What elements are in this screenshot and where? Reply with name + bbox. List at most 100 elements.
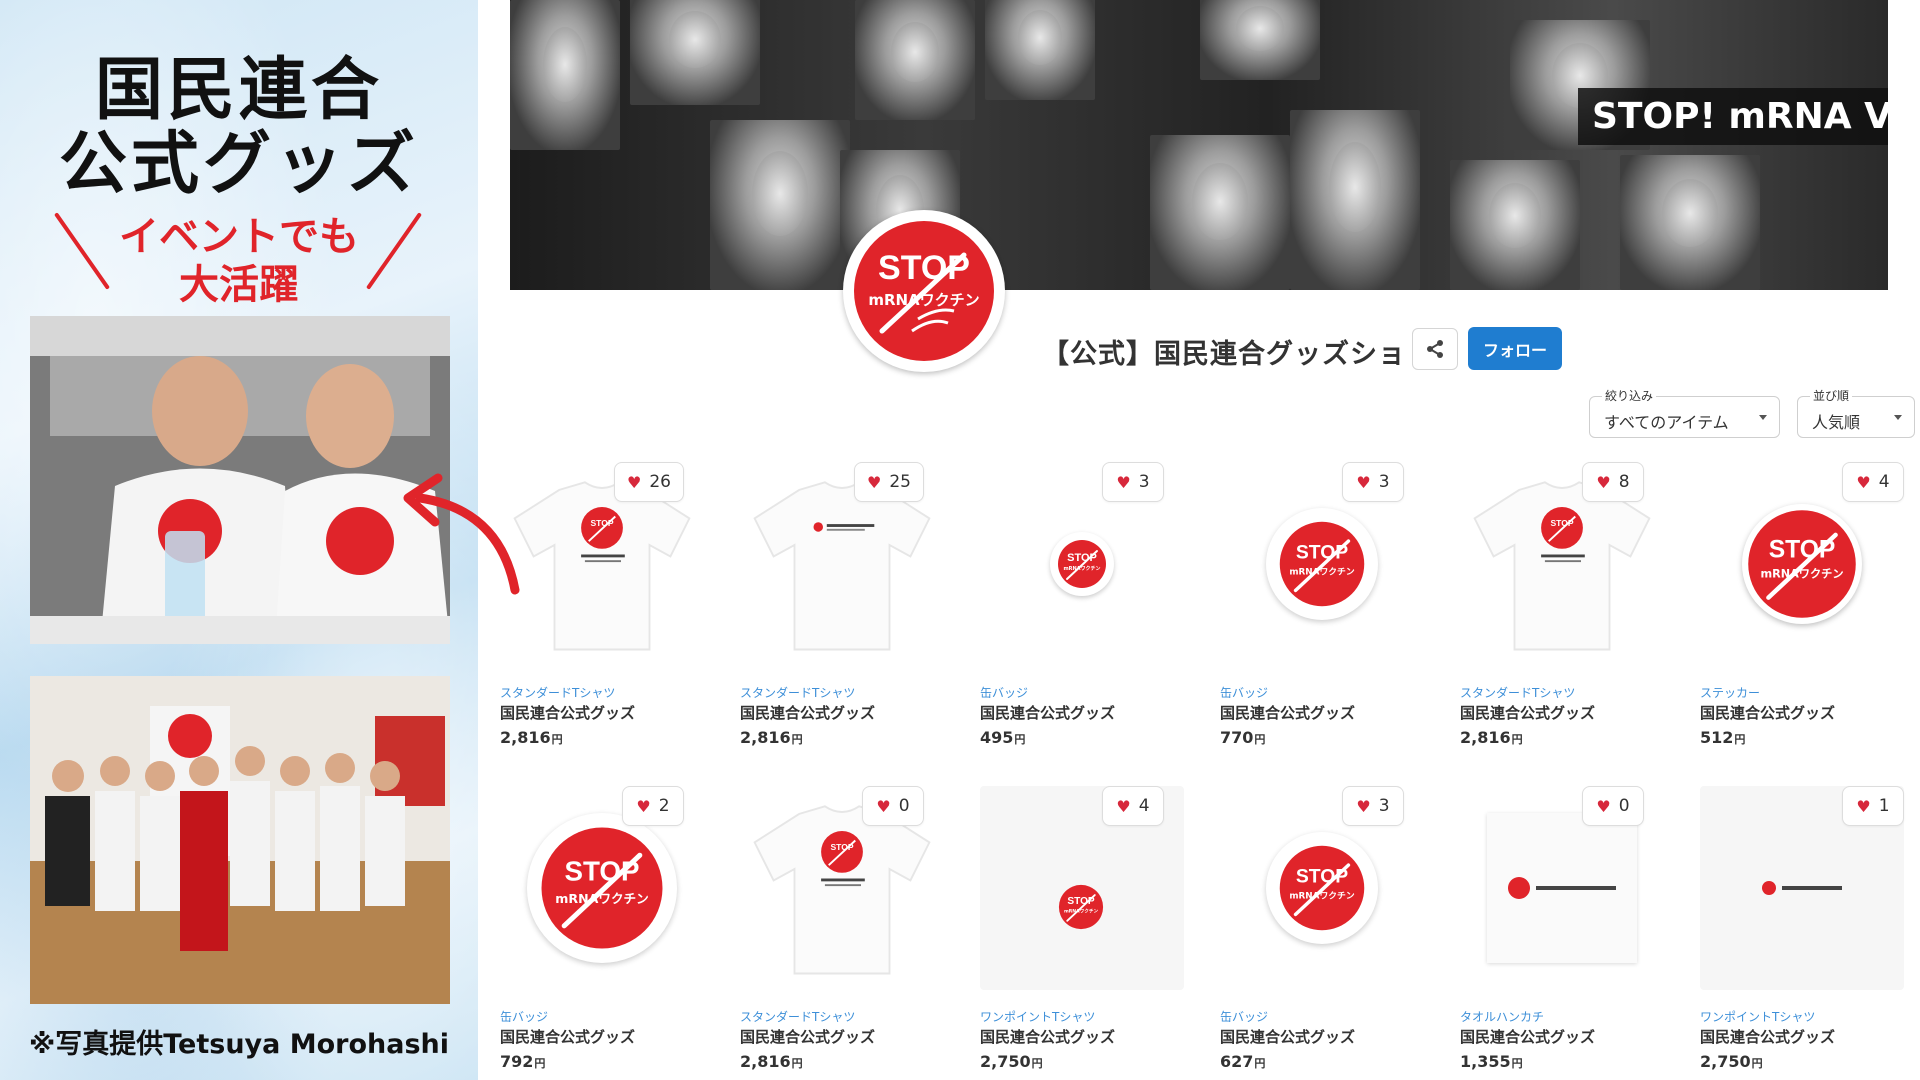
- product-price: 627円: [1220, 1052, 1266, 1071]
- like-button[interactable]: ♥ 1: [1842, 786, 1904, 826]
- like-count: 3: [1378, 472, 1390, 492]
- heart-icon: ♥: [636, 796, 651, 816]
- product-title[interactable]: 国民連合公式グッズ: [740, 1026, 875, 1047]
- product-title[interactable]: 国民連合公式グッズ: [1460, 1026, 1595, 1047]
- product-price: 2,816円: [740, 1052, 803, 1071]
- like-button[interactable]: ♥ 0: [1582, 786, 1644, 826]
- heart-icon: ♥: [1596, 796, 1611, 816]
- heart-icon: ♥: [867, 472, 882, 492]
- product-category[interactable]: スタンダードTシャツ: [1460, 684, 1575, 701]
- like-count: 3: [1138, 472, 1150, 492]
- product-price: 495円: [980, 728, 1026, 747]
- product-price: 2,816円: [1460, 728, 1523, 747]
- svg-text:STOP: STOP: [1550, 518, 1573, 528]
- product-category[interactable]: スタンダードTシャツ: [500, 684, 615, 701]
- sort-select[interactable]: 並び順 人気順: [1797, 387, 1915, 438]
- caret-down-icon: [1894, 415, 1902, 420]
- product-category[interactable]: タオルハンカチ: [1460, 1008, 1544, 1025]
- heart-icon: ♥: [1356, 796, 1371, 816]
- stop-mrna-logo-icon: STOP mRNAワクチン: [1279, 521, 1365, 607]
- shop-logo: STOP mRNAワクチン: [843, 210, 1005, 372]
- heart-icon: ♥: [1356, 472, 1371, 492]
- stop-mrna-logo-icon: STOP mRNAワクチン: [1058, 540, 1106, 588]
- product-price: 2,816円: [500, 728, 563, 747]
- caret-down-icon: [1759, 415, 1767, 420]
- heart-icon: ♥: [1116, 472, 1131, 492]
- product-title[interactable]: 国民連合公式グッズ: [1700, 702, 1835, 723]
- share-button[interactable]: [1412, 328, 1458, 370]
- stop-mrna-logo-icon: STOP mRNAワクチン: [1279, 845, 1365, 931]
- svg-text:STOP: STOP: [565, 855, 640, 886]
- like-button[interactable]: ♥ 3: [1102, 462, 1164, 502]
- product-price: 1,355円: [1460, 1052, 1523, 1071]
- like-button[interactable]: ♥ 8: [1582, 462, 1644, 502]
- heart-icon: ♥: [1856, 796, 1871, 816]
- like-button[interactable]: ♥ 2: [622, 786, 684, 826]
- like-button[interactable]: ♥ 3: [1342, 462, 1404, 502]
- product-title[interactable]: 国民連合公式グッズ: [500, 702, 635, 723]
- event-photo: [30, 316, 450, 644]
- svg-text:mRNAワクチン: mRNAワクチン: [1760, 567, 1843, 580]
- product-category[interactable]: 缶バッジ: [1220, 684, 1268, 701]
- shop-banner: STOP! mRNA Vac: [510, 0, 1888, 290]
- product-category[interactable]: スタンダードTシャツ: [740, 1008, 855, 1025]
- photo-credit: ※写真提供Tetsuya Morohashi: [28, 1029, 450, 1060]
- product-title[interactable]: 国民連合公式グッズ: [1220, 1026, 1355, 1047]
- svg-text:STOP: STOP: [1296, 866, 1348, 888]
- product-category[interactable]: ワンポイントTシャツ: [1700, 1008, 1815, 1025]
- stop-mrna-logo-icon: STOP mRNAワクチン: [541, 827, 663, 949]
- promo-subtitle: 大活躍: [179, 262, 299, 308]
- filter-value: すべてのアイテム: [1604, 413, 1729, 432]
- filter-select[interactable]: 絞り込み すべてのアイテム: [1589, 387, 1780, 438]
- shop-name: 【公式】国民連合グッズショ: [1042, 339, 1406, 370]
- svg-text:STOP: STOP: [830, 842, 853, 852]
- heart-icon: ♥: [1596, 472, 1611, 492]
- product-title[interactable]: 国民連合公式グッズ: [980, 1026, 1115, 1047]
- product-title[interactable]: 国民連合公式グッズ: [740, 702, 875, 723]
- stop-mrna-logo-icon: STOP mRNAワクチン: [1058, 884, 1104, 930]
- heart-icon: ♥: [1856, 472, 1871, 492]
- product-category[interactable]: ワンポイントTシャツ: [980, 1008, 1095, 1025]
- like-count: 0: [898, 796, 910, 816]
- like-button[interactable]: ♥ 3: [1342, 786, 1404, 826]
- svg-text:mRNAワクチン: mRNAワクチン: [1289, 891, 1355, 902]
- stop-mrna-logo-icon: STOP mRNAワクチン: [1748, 510, 1856, 618]
- like-count: 2: [658, 796, 670, 816]
- svg-text:STOP: STOP: [1296, 542, 1348, 564]
- like-count: 4: [1138, 796, 1150, 816]
- product-title[interactable]: 国民連合公式グッズ: [1220, 702, 1355, 723]
- product-price: 2,816円: [740, 728, 803, 747]
- product-category[interactable]: 缶バッジ: [980, 684, 1028, 701]
- product-title[interactable]: 国民連合公式グッズ: [500, 1026, 635, 1047]
- like-count: 26: [649, 472, 671, 492]
- promo-title: 公式グッズ: [58, 125, 419, 204]
- sort-label: 並び順: [1810, 387, 1853, 404]
- heart-icon: ♥: [1116, 796, 1131, 816]
- product-price: 2,750円: [1700, 1052, 1763, 1071]
- like-count: 3: [1378, 796, 1390, 816]
- svg-text:STOP: STOP: [1067, 552, 1097, 564]
- like-button[interactable]: ♥ 25: [854, 462, 924, 502]
- heart-icon: ♥: [627, 472, 642, 492]
- product-title[interactable]: 国民連合公式グッズ: [1460, 702, 1595, 723]
- product-category[interactable]: スタンダードTシャツ: [740, 684, 855, 701]
- filter-label: 絞り込み: [1602, 387, 1657, 404]
- like-button[interactable]: ♥ 4: [1842, 462, 1904, 502]
- like-count: 4: [1878, 472, 1890, 492]
- product-category[interactable]: ステッカー: [1700, 684, 1760, 701]
- product-category[interactable]: 缶バッジ: [500, 1008, 548, 1025]
- like-count: 25: [889, 472, 911, 492]
- product-title[interactable]: 国民連合公式グッズ: [980, 702, 1115, 723]
- like-button[interactable]: ♥ 4: [1102, 786, 1164, 826]
- svg-text:mRNAワクチン: mRNAワクチン: [1289, 567, 1355, 578]
- follow-button[interactable]: フォロー: [1468, 327, 1562, 370]
- banner-headline: STOP! mRNA Vac: [1578, 88, 1888, 145]
- product-title[interactable]: 国民連合公式グッズ: [1700, 1026, 1835, 1047]
- product-category[interactable]: 缶バッジ: [1220, 1008, 1268, 1025]
- like-button[interactable]: ♥ 26: [614, 462, 684, 502]
- svg-text:STOP: STOP: [590, 518, 613, 528]
- like-count: 1: [1878, 796, 1890, 816]
- like-button[interactable]: ♥ 0: [862, 786, 924, 826]
- share-icon: [1427, 340, 1443, 358]
- product-price: 512円: [1700, 728, 1746, 747]
